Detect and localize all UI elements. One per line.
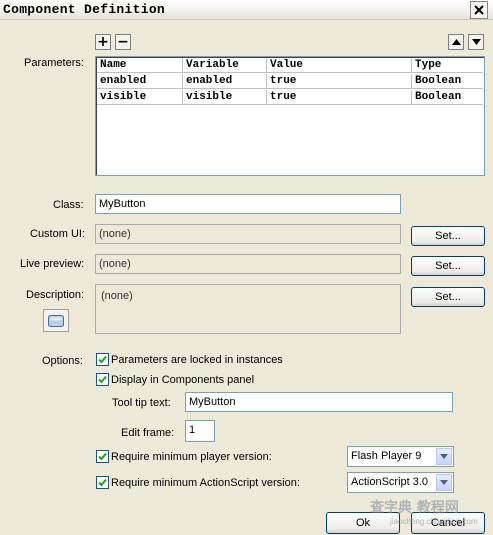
check-icon [98,478,107,487]
description-label: Description: [26,289,85,301]
cell-type: Boolean [415,75,462,87]
min-as-label: Require minimum ActionScript version: [111,477,300,489]
description-field: (none) [95,284,401,334]
locked-label: Parameters are locked in instances [111,354,283,366]
player-version-select[interactable]: Flash Player 9 [347,446,454,467]
min-player-checkbox[interactable] [96,450,109,463]
live-preview-set-button[interactable]: Set... [411,256,485,276]
tooltip-label: Tool tip text: [112,397,171,409]
cell-variable: visible [183,90,267,104]
add-parameter-button[interactable]: + [95,34,111,50]
check-icon [98,355,107,364]
tooltip-field[interactable]: MyButton [185,392,453,412]
options-label: Options: [42,355,83,367]
plus-icon: + [97,34,109,50]
cell-value: true [267,90,412,104]
cell-value: true [267,74,412,88]
cell-type: Boolean [415,91,462,103]
custom-ui-label: Custom UI: [30,228,86,240]
watermark-url: jiaocheng.chazidian.com [390,517,478,526]
player-version-value: Flash Player 9 [351,450,422,462]
display-label: Display in Components panel [111,374,255,386]
column-header-variable[interactable]: Variable [183,58,267,72]
check-icon [98,452,107,461]
class-field[interactable]: MyButton [95,194,401,214]
move-down-icon [471,39,481,45]
component-icon [48,314,64,327]
watermark-text: 查字典 教程网 [370,500,459,516]
custom-ui-field: (none) [95,224,401,244]
description-set-button[interactable]: Set... [411,287,485,307]
table-row[interactable]: enabled enabled true Boolean [97,74,483,89]
component-icon-button[interactable] [43,309,69,332]
column-header-value[interactable]: Value [267,58,412,72]
live-preview-label: Live preview: [20,258,85,270]
parameters-table[interactable]: Name Variable Value Type enabled enabled… [95,56,485,176]
close-icon [474,5,484,15]
table-row[interactable]: visible visible true Boolean [97,90,483,105]
column-header-name[interactable]: Name [97,58,183,72]
min-as-checkbox[interactable] [96,476,109,489]
locked-checkbox[interactable] [96,353,109,366]
close-button[interactable] [470,1,488,19]
remove-parameter-button[interactable]: − [115,34,131,50]
actionscript-version-select[interactable]: ActionScript 3.0 [347,472,454,493]
move-up-button[interactable] [448,34,464,50]
move-up-icon [451,39,461,45]
edit-frame-label: Edit frame: [121,427,175,439]
dropdown-arrow-icon [436,448,452,465]
custom-ui-set-button[interactable]: Set... [411,226,485,246]
cell-name: enabled [97,74,183,88]
move-down-button[interactable] [468,34,484,50]
display-checkbox[interactable] [96,373,109,386]
table-header: Name Variable Value Type [97,58,483,73]
cell-variable: enabled [183,74,267,88]
edit-frame-field[interactable]: 1 [185,420,215,442]
live-preview-field: (none) [95,254,401,274]
title-bar: Component Definition [0,0,493,20]
minus-icon: − [117,34,129,50]
min-player-label: Require minimum player version: [111,451,272,463]
class-label: Class: [53,199,84,211]
column-header-type[interactable]: Type [412,58,485,72]
check-icon [98,375,107,384]
parameters-label: Parameters: [24,57,84,69]
window-title: Component Definition [3,2,166,17]
cell-name: visible [97,90,183,104]
actionscript-version-value: ActionScript 3.0 [351,476,429,488]
dropdown-arrow-icon [436,474,452,491]
